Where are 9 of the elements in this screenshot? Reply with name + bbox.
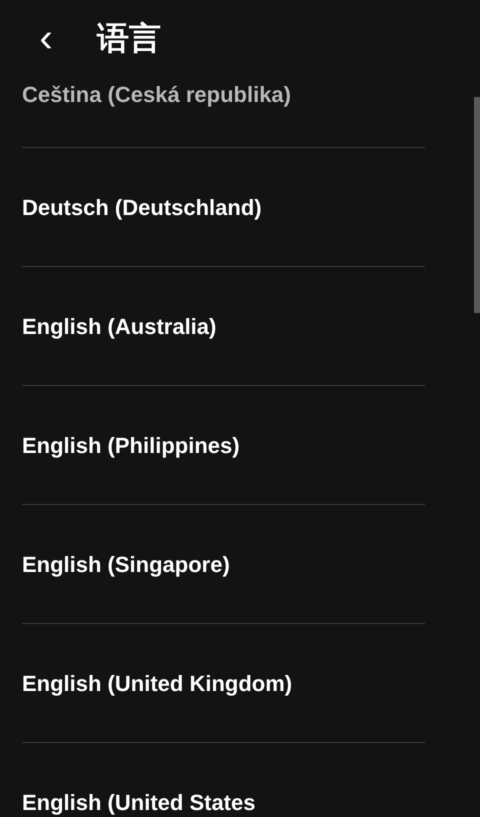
language-option[interactable]: English (Australia)	[22, 310, 216, 342]
language-option[interactable]: Deutsch (Deutschland)	[22, 190, 262, 224]
language-option[interactable]: English (Philippines)	[22, 428, 240, 462]
page-title: 语言	[97, 19, 161, 58]
language-option[interactable]: English (United States	[22, 786, 256, 817]
back-button[interactable]: ‹	[32, 18, 60, 58]
language-option[interactable]: Ceština (Ceská republika)	[22, 78, 425, 111]
language-option[interactable]: English (United Kingdom)	[22, 666, 292, 700]
language-option[interactable]: English (Singapore)	[22, 548, 230, 580]
